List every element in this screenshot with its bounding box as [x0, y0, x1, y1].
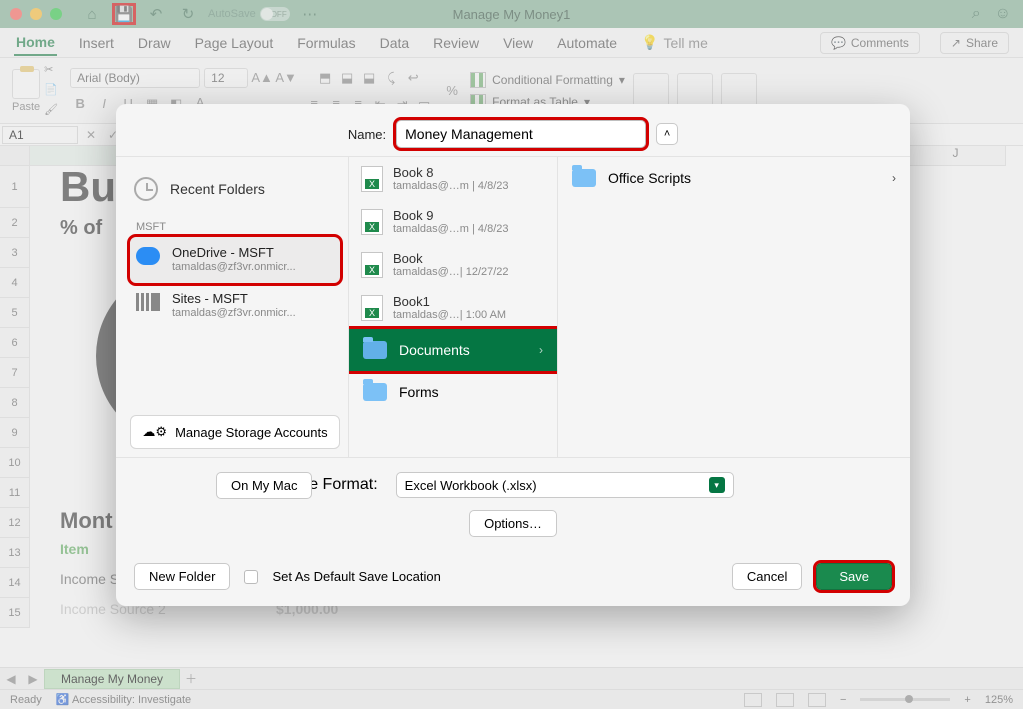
- name-label: Name:: [348, 127, 386, 142]
- save-dialog: Name: ˄ Recent Folders MSFT OneDrive - M…: [116, 104, 910, 606]
- locations-sidebar: Recent Folders MSFT OneDrive - MSFTtamal…: [116, 157, 348, 457]
- excel-file-icon: [361, 252, 383, 278]
- subfolder-list: Office Scripts›: [558, 157, 910, 457]
- chevron-right-icon: ›: [892, 171, 896, 185]
- default-location-label: Set As Default Save Location: [272, 569, 440, 584]
- file-item[interactable]: Book 8tamaldas@…m | 4/8/23: [349, 157, 557, 200]
- file-item[interactable]: Book1tamaldas@…| 1:00 AM: [349, 286, 557, 329]
- on-my-mac-button[interactable]: On My Mac: [216, 472, 312, 499]
- cloud-gear-icon: ☁⚙: [142, 424, 167, 440]
- folder-office-scripts[interactable]: Office Scripts›: [558, 157, 910, 199]
- excel-file-icon: [361, 209, 383, 235]
- folder-icon: [572, 169, 596, 187]
- file-item[interactable]: Booktamaldas@…| 12/27/22: [349, 243, 557, 286]
- cancel-button[interactable]: Cancel: [732, 563, 802, 590]
- location-section-label: MSFT: [136, 221, 340, 233]
- clock-icon: [134, 177, 158, 201]
- folder-documents[interactable]: Documents›: [349, 329, 557, 371]
- expand-toggle[interactable]: ˄: [656, 123, 678, 145]
- save-button[interactable]: Save: [816, 563, 892, 590]
- location-onedrive[interactable]: OneDrive - MSFTtamaldas@zf3vr.onmicr...: [130, 237, 340, 283]
- folder-icon: [363, 341, 387, 359]
- excel-file-icon: [361, 166, 383, 192]
- file-format-select[interactable]: Excel Workbook (.xlsx)▾: [396, 472, 734, 498]
- new-folder-button[interactable]: New Folder: [134, 563, 230, 590]
- sharepoint-icon: [136, 293, 160, 311]
- options-button[interactable]: Options…: [469, 510, 557, 537]
- default-location-checkbox[interactable]: [244, 570, 258, 584]
- location-sites[interactable]: Sites - MSFTtamaldas@zf3vr.onmicr...: [130, 283, 340, 329]
- onedrive-icon: [136, 247, 160, 265]
- file-name-input[interactable]: [396, 120, 646, 148]
- folder-icon: [363, 383, 387, 401]
- chevron-right-icon: ›: [539, 343, 543, 357]
- file-item[interactable]: Book 9tamaldas@…m | 4/8/23: [349, 200, 557, 243]
- manage-storage-button[interactable]: ☁⚙Manage Storage Accounts: [130, 415, 340, 449]
- folder-list: Book 8tamaldas@…m | 4/8/23 Book 9tamalda…: [348, 157, 558, 457]
- excel-file-icon: [361, 295, 383, 321]
- dropdown-icon: ▾: [709, 477, 725, 493]
- recent-folders[interactable]: Recent Folders: [130, 171, 340, 207]
- folder-forms[interactable]: Forms: [349, 371, 557, 413]
